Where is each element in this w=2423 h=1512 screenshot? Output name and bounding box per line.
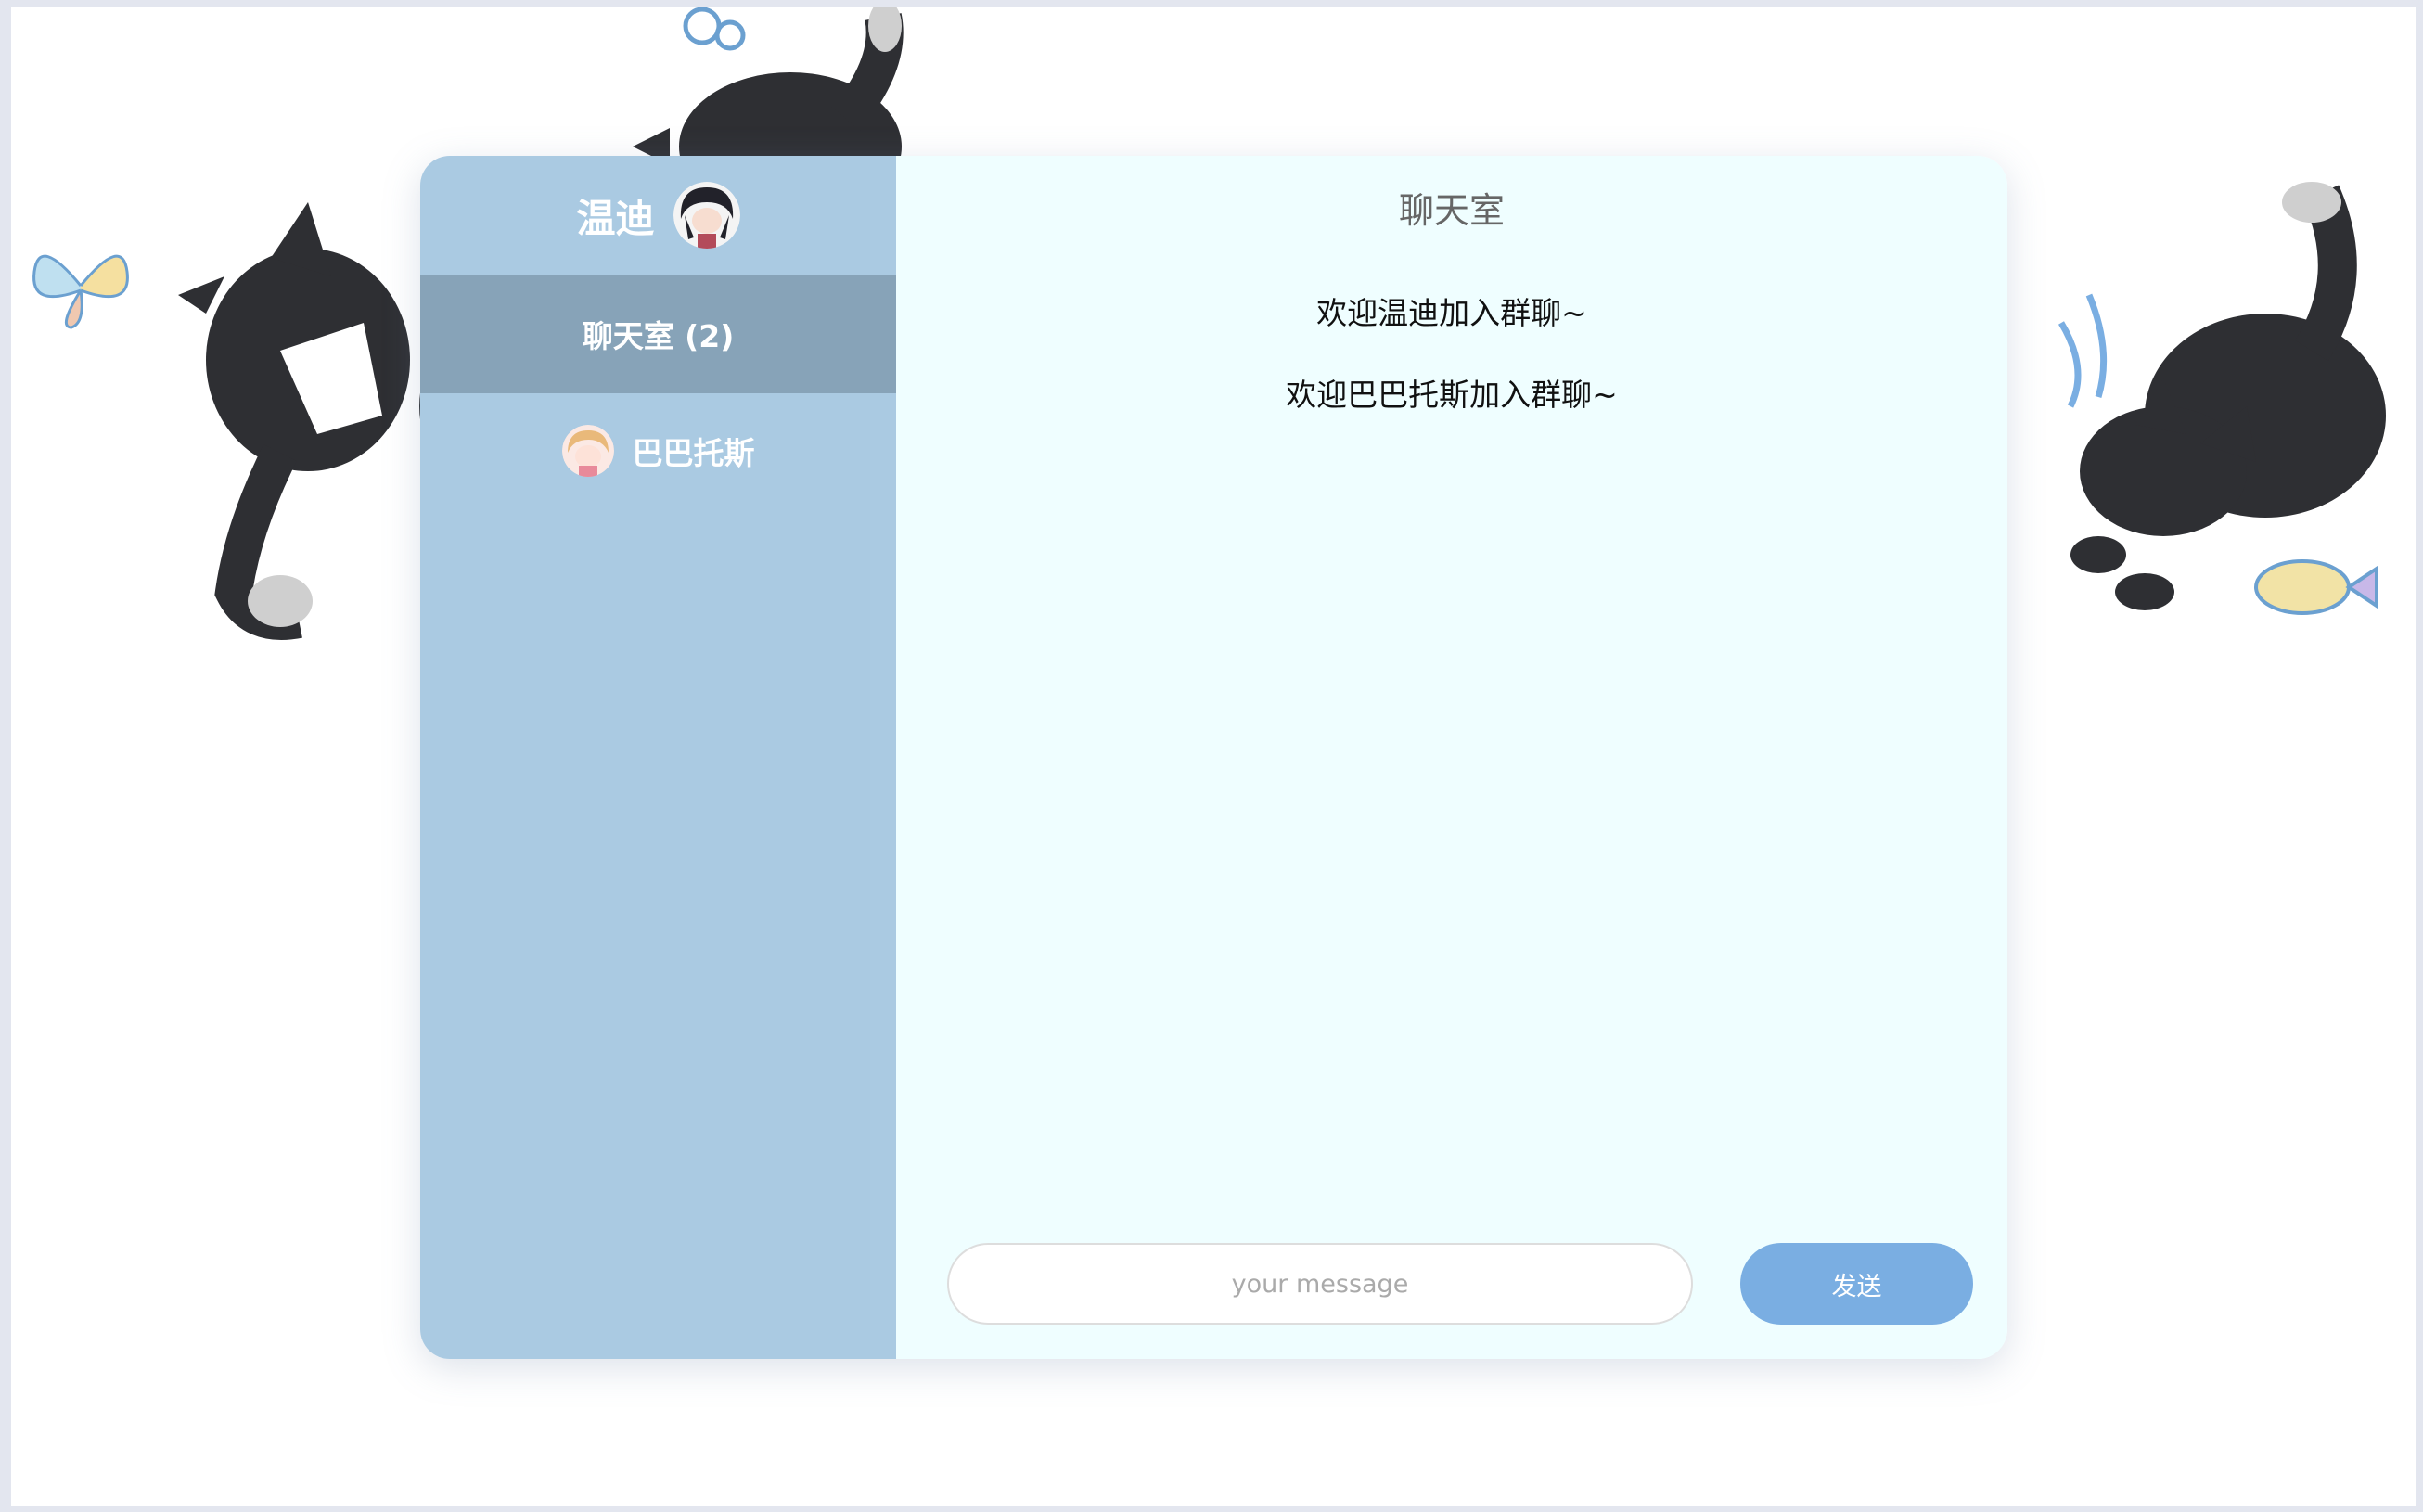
sidebar-header: 温迪 xyxy=(420,156,896,275)
system-message: 欢迎巴巴托斯加入群聊~ xyxy=(1286,377,1618,413)
sidebar-item-label: 聊天室 (2) xyxy=(582,318,735,354)
message-input[interactable] xyxy=(947,1243,1693,1325)
chat-window: 温迪 聊天室 (2) 巴巴托斯 聊天室 欢迎温迪加入群聊~ 欢迎巴巴托斯加入群聊… xyxy=(420,156,2007,1359)
butterfly-illustration xyxy=(32,254,129,329)
current-username: 温迪 xyxy=(576,195,655,241)
system-message: 欢迎温迪加入群聊~ xyxy=(1316,295,1587,331)
user-name: 巴巴托斯 xyxy=(632,435,755,471)
user-avatar xyxy=(561,425,614,477)
chat-panel: 聊天室 欢迎温迪加入群聊~ 欢迎巴巴托斯加入群聊~ 发送 xyxy=(896,156,2007,1359)
cat-illustration-right xyxy=(2058,182,2386,615)
sidebar: 温迪 聊天室 (2) 巴巴托斯 xyxy=(420,156,896,1359)
sidebar-item-chatroom[interactable]: 聊天室 (2) xyxy=(420,275,896,393)
chat-title: 聊天室 xyxy=(1398,190,1505,231)
current-user-avatar xyxy=(673,182,740,249)
message-list: 欢迎温迪加入群聊~ 欢迎巴巴托斯加入群聊~ xyxy=(896,290,2007,454)
sidebar-item-user[interactable]: 巴巴托斯 xyxy=(420,393,896,508)
send-button[interactable]: 发送 xyxy=(1740,1243,1973,1325)
cat-illustration-top xyxy=(633,7,904,170)
